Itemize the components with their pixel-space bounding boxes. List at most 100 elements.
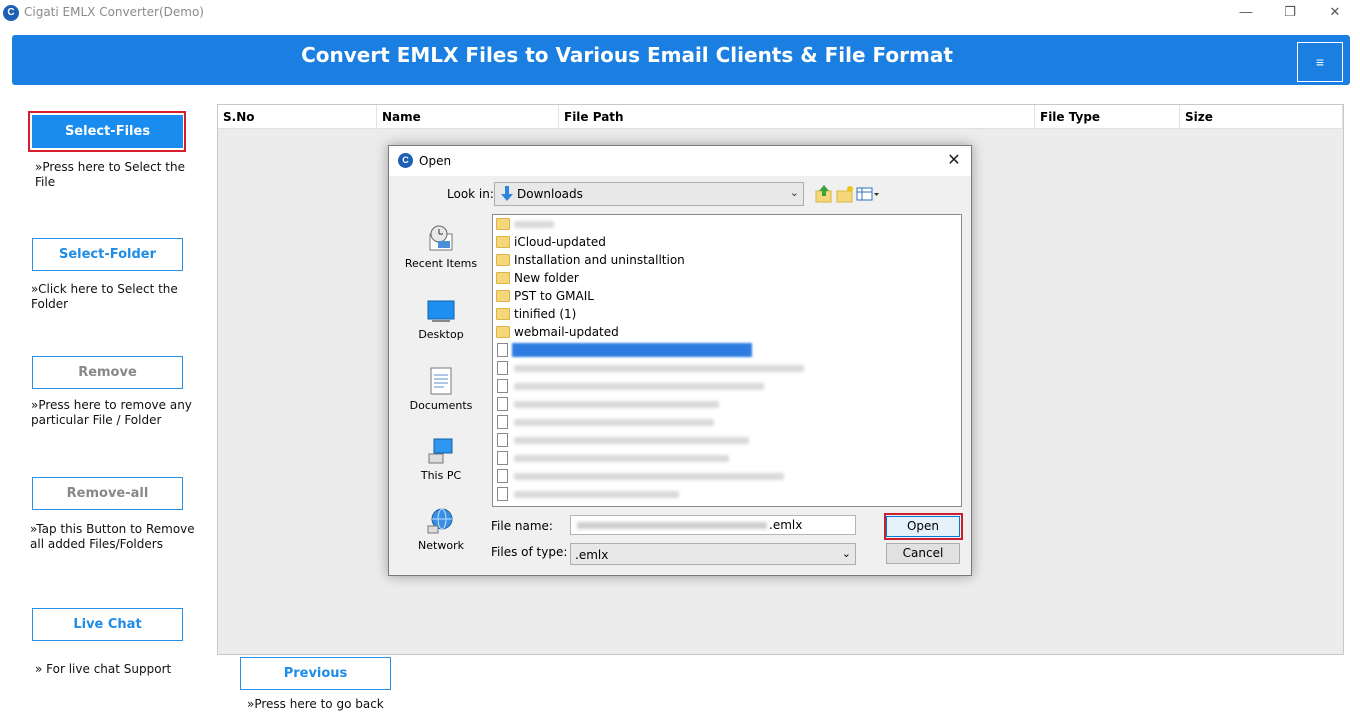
folder-name: Installation and uninstalltion	[514, 253, 685, 267]
list-item[interactable]: webmail-updated	[496, 323, 956, 341]
redacted-name	[514, 473, 784, 480]
column-header-size[interactable]: Size	[1180, 105, 1343, 129]
folder-icon	[496, 218, 510, 230]
restore-button[interactable]: ❐	[1268, 2, 1312, 24]
redacted-name	[514, 383, 764, 390]
remove-all-help: »Tap this Button to Remove all added Fil…	[30, 522, 195, 551]
previous-help: »Press here to go back	[247, 697, 384, 711]
list-item[interactable]: iCloud-updated	[496, 233, 956, 251]
folder-icon	[496, 236, 510, 248]
desktop-icon	[427, 300, 455, 322]
download-arrow-icon	[501, 186, 513, 201]
place-recent-items[interactable]: Recent Items	[400, 224, 482, 270]
file-icon	[497, 433, 508, 447]
file-icon	[497, 487, 508, 501]
folder-name: tinified (1)	[514, 307, 577, 321]
folder-name: New folder	[514, 271, 579, 285]
redacted-name	[514, 491, 679, 498]
select-files-button[interactable]: Select-Files	[32, 115, 183, 148]
computer-icon	[428, 438, 453, 464]
folder-icon	[496, 308, 510, 320]
chevron-down-icon: ⌄	[789, 187, 799, 199]
view-menu-icon[interactable]	[856, 184, 880, 204]
dialog-titlebar: C Open ✕	[389, 146, 971, 176]
list-item[interactable]	[496, 485, 956, 503]
window-titlebar: C Cigati EMLX Converter(Demo) — ❐ ✕	[0, 0, 1360, 28]
open-file-dialog: C Open ✕ Look in: Downloads ⌄ Recent Ite…	[388, 145, 972, 576]
folder-icon	[496, 272, 510, 284]
file-type-dropdown[interactable]: .emlx ⌄	[570, 543, 856, 565]
list-item[interactable]	[496, 359, 956, 377]
column-header-name[interactable]: Name	[377, 105, 559, 129]
folder-name: PST to GMAIL	[514, 289, 594, 303]
list-item[interactable]	[496, 431, 956, 449]
remove-button[interactable]: Remove	[32, 356, 183, 389]
list-item[interactable]	[496, 395, 956, 413]
list-item[interactable]: New folder	[496, 269, 956, 287]
place-label: Documents	[409, 399, 473, 412]
column-header-file-type[interactable]: File Type	[1035, 105, 1180, 129]
redacted-name	[514, 455, 729, 462]
file-list[interactable]: iCloud-updated Installation and uninstal…	[492, 214, 962, 507]
redacted-name	[514, 365, 804, 372]
list-item[interactable]	[496, 413, 956, 431]
file-icon	[497, 361, 508, 375]
up-folder-icon[interactable]	[814, 184, 834, 204]
live-chat-button[interactable]: Live Chat	[32, 608, 183, 641]
redacted-name	[577, 522, 767, 529]
file-icon	[497, 415, 508, 429]
app-logo-icon: C	[3, 5, 19, 21]
open-button[interactable]: Open	[886, 516, 960, 537]
previous-button[interactable]: Previous	[240, 657, 391, 690]
cancel-button[interactable]: Cancel	[886, 543, 960, 564]
look-in-value: Downloads	[517, 187, 583, 201]
remove-all-button[interactable]: Remove-all	[32, 477, 183, 510]
place-label: This PC	[420, 469, 462, 482]
close-window-button[interactable]: ✕	[1313, 2, 1357, 24]
place-network[interactable]: Network	[400, 506, 482, 552]
file-icon	[497, 397, 508, 411]
header-banner: Convert EMLX Files to Various Email Clie…	[12, 35, 1350, 85]
list-item[interactable]: Installation and uninstalltion	[496, 251, 956, 269]
select-folder-help: »Click here to Select the Folder	[31, 282, 178, 311]
redacted-name	[514, 221, 554, 228]
file-name-value: .emlx	[769, 518, 803, 532]
look-in-dropdown[interactable]: Downloads ⌄	[494, 182, 804, 206]
menu-button[interactable]: ≡	[1297, 42, 1343, 82]
chevron-down-icon: ⌄	[841, 547, 851, 560]
hamburger-icon: ≡	[1315, 54, 1325, 70]
list-item[interactable]	[496, 449, 956, 467]
list-item-selected[interactable]	[496, 341, 956, 359]
live-chat-help: » For live chat Support	[35, 662, 172, 676]
place-desktop[interactable]: Desktop	[400, 299, 482, 341]
redacted-name	[514, 401, 719, 408]
column-header-file-path[interactable]: File Path	[559, 105, 1035, 129]
places-bar: Recent Items Desktop Documents This PC N…	[400, 214, 482, 564]
minimize-button[interactable]: —	[1224, 2, 1268, 24]
dialog-close-button[interactable]: ✕	[943, 150, 965, 172]
list-item[interactable]: tinified (1)	[496, 305, 956, 323]
file-icon	[497, 451, 508, 465]
column-header-sno[interactable]: S.No	[218, 105, 377, 129]
redacted-name	[514, 419, 714, 426]
list-item[interactable]	[496, 215, 956, 233]
list-item[interactable]: PST to GMAIL	[496, 287, 956, 305]
network-globe-icon	[427, 508, 453, 534]
folder-name: webmail-updated	[514, 325, 619, 339]
place-label: Network	[418, 539, 464, 552]
file-icon	[497, 469, 508, 483]
window-title: Cigati EMLX Converter(Demo)	[24, 5, 204, 19]
look-in-label: Look in:	[447, 187, 494, 201]
table-header: S.No Name File Path File Type Size	[218, 105, 1343, 129]
list-item[interactable]	[496, 377, 956, 395]
select-files-help: »Press here to Select the File	[35, 160, 185, 189]
file-name-input[interactable]: .emlx	[570, 515, 856, 535]
file-icon	[497, 343, 508, 357]
redacted-name	[514, 437, 749, 444]
place-this-pc[interactable]: This PC	[400, 436, 482, 482]
page-title: Convert EMLX Files to Various Email Clie…	[301, 43, 953, 67]
place-documents[interactable]: Documents	[400, 366, 482, 412]
new-folder-icon[interactable]	[835, 184, 855, 204]
select-folder-button[interactable]: Select-Folder	[32, 238, 183, 271]
list-item[interactable]	[496, 467, 956, 485]
